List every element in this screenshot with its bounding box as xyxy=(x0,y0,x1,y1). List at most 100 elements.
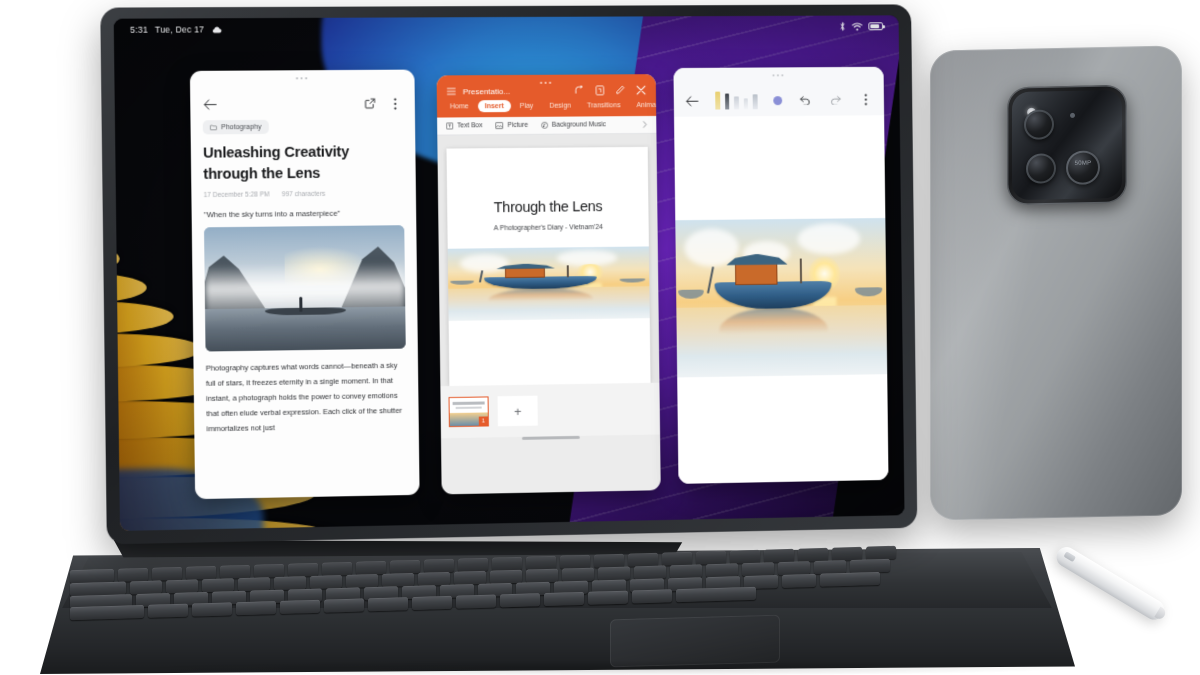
slide-image[interactable] xyxy=(447,246,650,321)
camera-lens-tele: 50MP xyxy=(1066,150,1100,186)
note-body-text: Photography captures what words cannot—b… xyxy=(205,360,403,434)
slide-number: 1 xyxy=(478,416,488,426)
note-title: Unleashing Creativity through the Lens xyxy=(203,144,350,183)
window-drag-handle-presentation[interactable]: ••• xyxy=(540,80,553,87)
slide-art-mast xyxy=(566,265,569,277)
tab-design[interactable]: Design xyxy=(542,100,578,112)
screenshot-stage: 50MP 5:31 Tue, Dec 17 ••• Photography Un… xyxy=(0,0,1200,675)
eraser-tool-icon[interactable] xyxy=(734,96,739,110)
presentation-header: ••• Presentatio... Home Insert Play Desi… xyxy=(436,74,658,118)
tab-home[interactable]: Home xyxy=(443,100,476,112)
ribbon-text-box-label: Text Box xyxy=(457,122,483,130)
sketch-canvas[interactable]: 100% xyxy=(674,115,889,484)
close-icon[interactable] xyxy=(636,85,646,95)
photo-boat xyxy=(265,307,346,315)
ribbon-overflow[interactable] xyxy=(642,121,647,128)
sketch-window-titlebar[interactable]: ••• xyxy=(673,66,884,88)
share-icon[interactable] xyxy=(575,86,585,96)
slide-subtitle[interactable]: A Photographer's Diary - Vietnam'24 xyxy=(447,224,648,233)
camera-lens-ultrawide xyxy=(1026,153,1056,184)
status-bar: 5:31 Tue, Dec 17 xyxy=(114,15,899,41)
presentation-doc-name: Presentatio... xyxy=(462,86,511,96)
note-char-count: 997 characters xyxy=(281,190,326,199)
status-bar-right xyxy=(839,21,884,31)
folder-icon xyxy=(210,124,217,130)
photo-person xyxy=(299,296,303,312)
more-vertical-icon[interactable] xyxy=(858,92,873,107)
back-arrow-icon[interactable] xyxy=(685,93,700,108)
pen-tool-icon[interactable] xyxy=(715,91,720,110)
presentation-ribbon[interactable]: Text Box Picture Background Music xyxy=(437,115,657,136)
slide-title[interactable]: Through the Lens xyxy=(447,199,648,217)
slide-art-cabin xyxy=(504,267,545,279)
pencil-tool-icon[interactable] xyxy=(724,93,730,110)
window-drag-handle-sketch[interactable]: ••• xyxy=(772,72,785,79)
slide-filmstrip[interactable]: 1 + xyxy=(440,382,661,439)
presentation-canvas[interactable]: Through the Lens A Photographer's Diary … xyxy=(437,133,660,387)
presentation-titlebar[interactable]: Presentatio... xyxy=(437,74,656,99)
share-external-icon[interactable] xyxy=(362,96,377,111)
tab-play[interactable]: Play xyxy=(513,100,541,112)
notes-window[interactable]: ••• Photography Unleashing Creativity th… xyxy=(189,69,420,500)
back-arrow-icon[interactable] xyxy=(202,97,217,112)
note-tag-chip[interactable]: Photography xyxy=(202,119,269,135)
ribbon-text-box[interactable]: Text Box xyxy=(446,122,483,130)
sensor-dot-icon xyxy=(1070,112,1075,118)
presentation-actions[interactable] xyxy=(575,85,647,95)
presentation-home-indicator-area xyxy=(441,434,661,494)
ribbon-background-music-label: Background Music xyxy=(551,121,606,129)
redo-icon[interactable] xyxy=(828,92,843,107)
undo-icon[interactable] xyxy=(798,92,813,107)
add-slide-button[interactable]: + xyxy=(497,395,538,427)
notes-toolbar[interactable] xyxy=(190,92,415,115)
chevron-right-icon xyxy=(642,121,647,128)
note-metadata: 17 December 5:28 PM 997 characters xyxy=(204,190,404,199)
home-indicator[interactable] xyxy=(522,435,580,440)
camera-module: 50MP xyxy=(1007,84,1127,206)
sketch-art-boat-left xyxy=(678,289,704,299)
sketch-art-cabin xyxy=(734,263,778,286)
sketch-art-boat-right xyxy=(854,286,883,297)
tab-insert[interactable]: Insert xyxy=(477,100,511,113)
ribbon-background-music[interactable]: Background Music xyxy=(541,121,606,129)
bluetooth-icon xyxy=(839,21,846,31)
text-box-icon xyxy=(446,122,453,130)
presentation-doc-name-group[interactable]: Presentatio... xyxy=(446,86,511,96)
sketch-artwork[interactable] xyxy=(675,218,888,378)
sketch-window[interactable]: ••• xyxy=(673,66,889,484)
slide-art-bg xyxy=(447,246,650,321)
ground-shadow xyxy=(120,660,1070,675)
ruler-tool-icon[interactable] xyxy=(752,94,758,110)
tablet-screen[interactable]: 5:31 Tue, Dec 17 ••• Photography Unleash… xyxy=(113,15,905,531)
present-slideshow-icon[interactable] xyxy=(595,85,604,95)
color-swatch-icon[interactable] xyxy=(772,95,782,105)
drawing-tools-group[interactable] xyxy=(715,91,758,110)
presentation-window[interactable]: ••• Presentatio... Home Insert Play Desi… xyxy=(436,74,661,495)
marker-tool-icon[interactable] xyxy=(743,98,748,110)
sketch-toolbar[interactable] xyxy=(673,86,885,117)
tab-transitions[interactable]: Transitions xyxy=(580,99,628,111)
camera-glass: 50MP xyxy=(1012,89,1122,201)
notes-window-titlebar[interactable]: ••• xyxy=(190,70,415,94)
window-drag-handle[interactable]: ••• xyxy=(296,75,310,82)
ribbon-picture-label: Picture xyxy=(507,121,529,130)
more-vertical-icon[interactable] xyxy=(388,96,403,111)
keyboard-keys[interactable] xyxy=(70,545,1050,621)
sketch-art-mast xyxy=(800,258,802,284)
status-time: 5:31 xyxy=(130,24,148,35)
sketch-art-prow xyxy=(707,267,715,294)
ribbon-picture[interactable]: Picture xyxy=(495,122,528,129)
picture-icon xyxy=(495,122,504,129)
sketch-art-bg xyxy=(675,218,888,378)
presentation-tab-bar[interactable]: Home Insert Play Design Transitions Anim… xyxy=(437,98,658,118)
stylus-pen[interactable] xyxy=(1052,543,1168,624)
note-image[interactable] xyxy=(204,225,406,352)
tablet-device: 5:31 Tue, Dec 17 ••• Photography Unleash… xyxy=(100,4,918,545)
slide-editor[interactable]: Through the Lens A Photographer's Diary … xyxy=(446,146,651,387)
status-bar-left: 5:31 Tue, Dec 17 xyxy=(130,24,221,35)
hamburger-menu-icon[interactable] xyxy=(446,87,456,95)
slide-thumbnail-1[interactable]: 1 xyxy=(448,396,489,428)
edit-pen-icon[interactable] xyxy=(615,85,625,95)
note-tag-label: Photography xyxy=(221,123,262,131)
slide-art-boat-left xyxy=(450,280,475,285)
